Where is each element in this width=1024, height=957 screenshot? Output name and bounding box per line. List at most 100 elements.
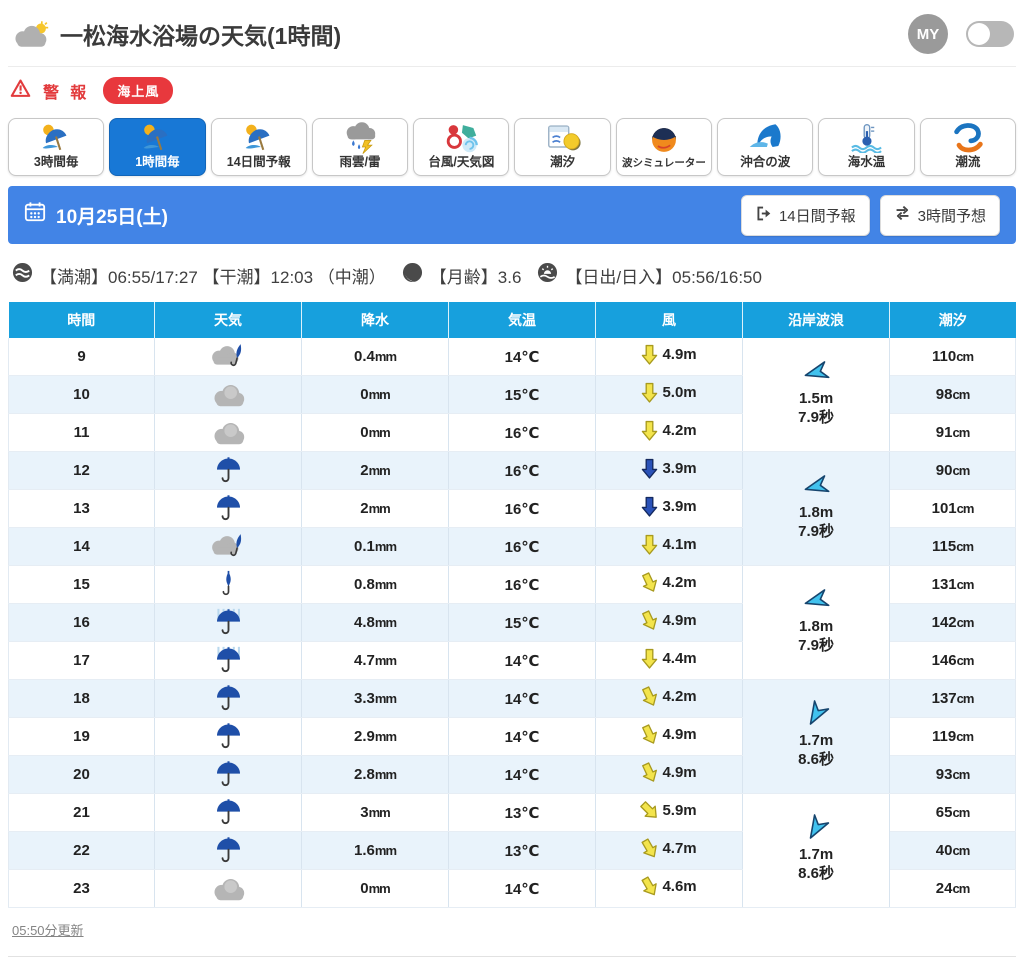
tab-label: 3時間毎 [33, 154, 79, 169]
tide-cell: 101cm [889, 489, 1016, 528]
umbrella-icon [214, 760, 243, 789]
wind-direction-arrow [641, 420, 658, 441]
weather-cell [154, 755, 303, 794]
wind-cell: 3.9m [595, 451, 744, 490]
tab-4[interactable]: 雨雲/雷 [311, 118, 409, 176]
datebar-button-2[interactable]: 3時間予想 [879, 194, 1000, 236]
tide-cell: 40cm [889, 831, 1016, 870]
page-title: 一松海水浴場の天気(1時間) [60, 23, 342, 49]
weather-cell [154, 489, 303, 528]
temp-cell: 13℃ [448, 793, 597, 832]
toggle-knob [968, 23, 990, 45]
tab-5[interactable]: 台風/天気図 [413, 118, 510, 176]
tide-info-item: 【満潮】06:55/17:27 【干潮】12:03 （中潮） [12, 262, 386, 288]
wind-speed: 4.1m [662, 536, 697, 553]
tab-label: 波シミュレーター [622, 156, 706, 169]
my-button[interactable]: MY [908, 14, 948, 54]
tab-6[interactable]: 潮汐 [514, 118, 611, 176]
cloud-umbrella-icon [208, 342, 248, 371]
precip-cell: 2mm [301, 451, 450, 490]
temp-cell: 16℃ [448, 451, 597, 490]
precip-cell: 0.1mm [301, 527, 450, 566]
wind-direction-arrow [637, 797, 664, 824]
tab-label: 台風/天気図 [428, 154, 495, 169]
column-header: 天気 [154, 302, 303, 338]
wind-speed: 5.9m [662, 802, 697, 819]
wave-direction-arrow [800, 811, 831, 844]
time-cell: 20 [8, 755, 155, 794]
table-head: 時間 天気 降水 気温風沿岸波浪 潮汐 [8, 302, 1016, 338]
tab-label: 雨雲/雷 [339, 154, 381, 169]
wave-height: 1.8m [798, 503, 834, 521]
my-toggle[interactable] [966, 21, 1014, 47]
wind-direction-arrow [638, 607, 662, 633]
precip-cell: 2mm [301, 489, 450, 528]
precip-cell: 0.8mm [301, 565, 450, 604]
table-row-hour-21: 21 3mm 13℃ 5.9m 1.7m 8.6秒 65cm [8, 793, 1016, 908]
precip-cell: 3mm [301, 793, 450, 832]
temp-cell: 14℃ [448, 717, 597, 756]
wind-cell: 4.9m [595, 603, 744, 642]
tab-2[interactable]: 1時間毎 [109, 118, 206, 176]
tide-cell: 137cm [889, 679, 1016, 718]
tab-9[interactable]: 海水温 [818, 118, 915, 176]
wind-direction-arrow [641, 382, 658, 403]
typhoon-icon [442, 120, 480, 156]
tab-10[interactable]: 潮流 [919, 118, 1016, 176]
tab-8[interactable]: 沖合の波 [717, 118, 814, 176]
tide-info-line: 【満潮】06:55/17:27 【干潮】12:03 （中潮） 【月齢】3.6 【… [12, 262, 1012, 288]
wave-height: 1.7m [798, 731, 834, 749]
tide-cell: 93cm [889, 755, 1016, 794]
time-cell: 13 [8, 489, 155, 528]
precip-cell: 2.8mm [301, 755, 450, 794]
temp-cell: 16℃ [448, 527, 597, 566]
updated-link[interactable]: 05:50分更新 [12, 923, 84, 938]
temp-cell: 14℃ [448, 338, 597, 376]
temp-cell: 16℃ [448, 565, 597, 604]
tide-info-text: 【月齢】3.6 [429, 267, 522, 287]
wave-direction-arrow [801, 586, 832, 613]
wind-cell: 4.6m [595, 869, 744, 908]
column-header: 気温 [448, 302, 597, 338]
tab-label: 1時間毎 [135, 154, 180, 169]
warning-badge-sea-wind[interactable]: 海上風 [103, 77, 174, 104]
tab-3[interactable]: 14日間予報 [210, 118, 307, 176]
weather-cell [154, 831, 303, 870]
time-cell: 17 [8, 641, 155, 680]
temp-cell: 13℃ [448, 831, 597, 870]
column-header: 時間 [8, 302, 155, 338]
precip-cell: 0mm [301, 869, 450, 908]
wind-cell: 4.4m [595, 641, 744, 680]
wind-speed: 3.9m [662, 498, 697, 515]
wind-cell: 4.2m [595, 565, 744, 604]
wind-cell: 4.9m [595, 755, 744, 794]
datebar-button-1[interactable]: 14日間予報 [740, 194, 870, 236]
temp-cell: 16℃ [448, 413, 597, 452]
temp-cell: 16℃ [448, 489, 597, 528]
time-cell: 18 [8, 679, 155, 718]
wind-speed: 3.9m [662, 460, 697, 477]
wind-speed: 4.7m [662, 840, 697, 857]
wind-direction-arrow [638, 569, 662, 595]
weather-cell [154, 679, 303, 718]
tide-cell: 146cm [889, 641, 1016, 680]
wind-speed: 4.2m [662, 574, 697, 591]
tab-7[interactable]: 波シミュレーター [615, 118, 713, 176]
tide-cell: 91cm [889, 413, 1016, 452]
wave-height: 1.5m [798, 389, 834, 407]
footer: 05:50分更新 [12, 920, 1012, 940]
time-cell: 15 [8, 565, 155, 604]
coastal-wave-cell: 1.8m 7.9秒 [742, 565, 891, 680]
wind-cell: 4.1m [595, 527, 744, 566]
weather-cell [154, 451, 303, 490]
umbrella-closed-icon [220, 570, 237, 599]
tab-label: 14日間予報 [226, 154, 291, 169]
forecast-icon [240, 120, 278, 156]
wind-direction-arrow [641, 534, 658, 555]
wind-cell: 4.7m [595, 831, 744, 870]
tide-cell: 98cm [889, 375, 1016, 414]
tab-1[interactable]: 3時間毎 [8, 118, 105, 176]
wind-direction-arrow [637, 835, 662, 862]
wave-direction-arrow [801, 358, 832, 385]
wave-direction-arrow [801, 472, 832, 499]
